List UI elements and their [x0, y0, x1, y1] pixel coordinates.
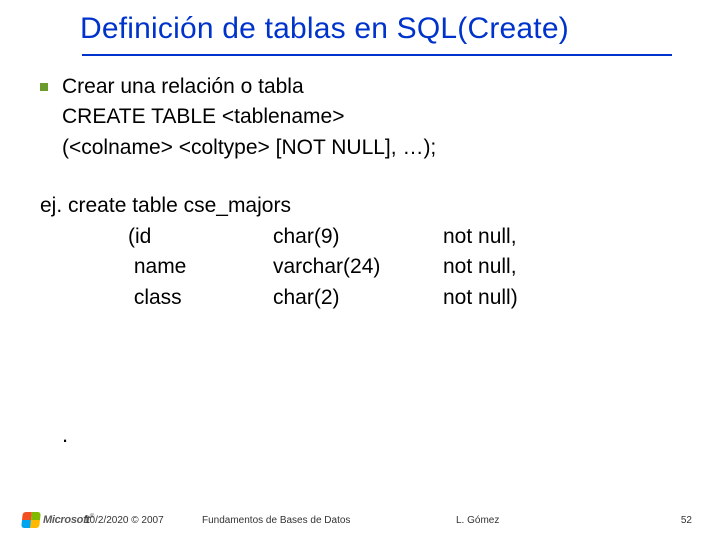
slide-body: Crear una relación o tabla CREATE TABLE …	[40, 72, 690, 313]
col-name: class	[128, 283, 273, 313]
example-columns: (id char(9) not null, name varchar(24) n…	[128, 222, 690, 313]
col-type: varchar(24)	[273, 252, 443, 282]
footer-date: 10/2/2020 © 2007	[84, 515, 164, 526]
windows-flag-icon	[21, 512, 41, 528]
table-row: class char(2) not null)	[128, 283, 690, 313]
page-number: 52	[681, 515, 692, 526]
col-constraint: not null,	[443, 252, 517, 282]
logo-word: Microsoft	[43, 514, 90, 526]
bullet-text: Crear una relación o tabla CREATE TABLE …	[62, 72, 436, 163]
example-intro: ej. create table cse_majors	[40, 191, 690, 221]
bullet-icon	[40, 83, 48, 91]
footer-author: L. Gómez	[456, 515, 499, 526]
bullet-line-1: Crear una relación o tabla	[62, 72, 436, 102]
col-type: char(2)	[273, 283, 443, 313]
footer-title: Fundamentos de Bases de Datos	[202, 515, 350, 526]
col-constraint: not null)	[443, 283, 518, 313]
stray-dot: .	[62, 422, 68, 448]
col-constraint: not null,	[443, 222, 517, 252]
bullet-line-2: CREATE TABLE <tablename>	[62, 102, 436, 132]
title-underline	[82, 54, 672, 56]
table-row: name varchar(24) not null,	[128, 252, 690, 282]
bullet-item: Crear una relación o tabla CREATE TABLE …	[40, 72, 690, 163]
example-block: ej. create table cse_majors (id char(9) …	[40, 191, 690, 313]
table-row: (id char(9) not null,	[128, 222, 690, 252]
col-name: name	[128, 252, 273, 282]
slide-title: Definición de tablas en SQL(Create)	[80, 12, 700, 46]
col-type: char(9)	[273, 222, 443, 252]
col-name: (id	[128, 222, 273, 252]
slide: Definición de tablas en SQL(Create) Crea…	[0, 0, 720, 540]
bullet-line-3: (<colname> <coltype> [NOT NULL], …);	[62, 133, 436, 163]
